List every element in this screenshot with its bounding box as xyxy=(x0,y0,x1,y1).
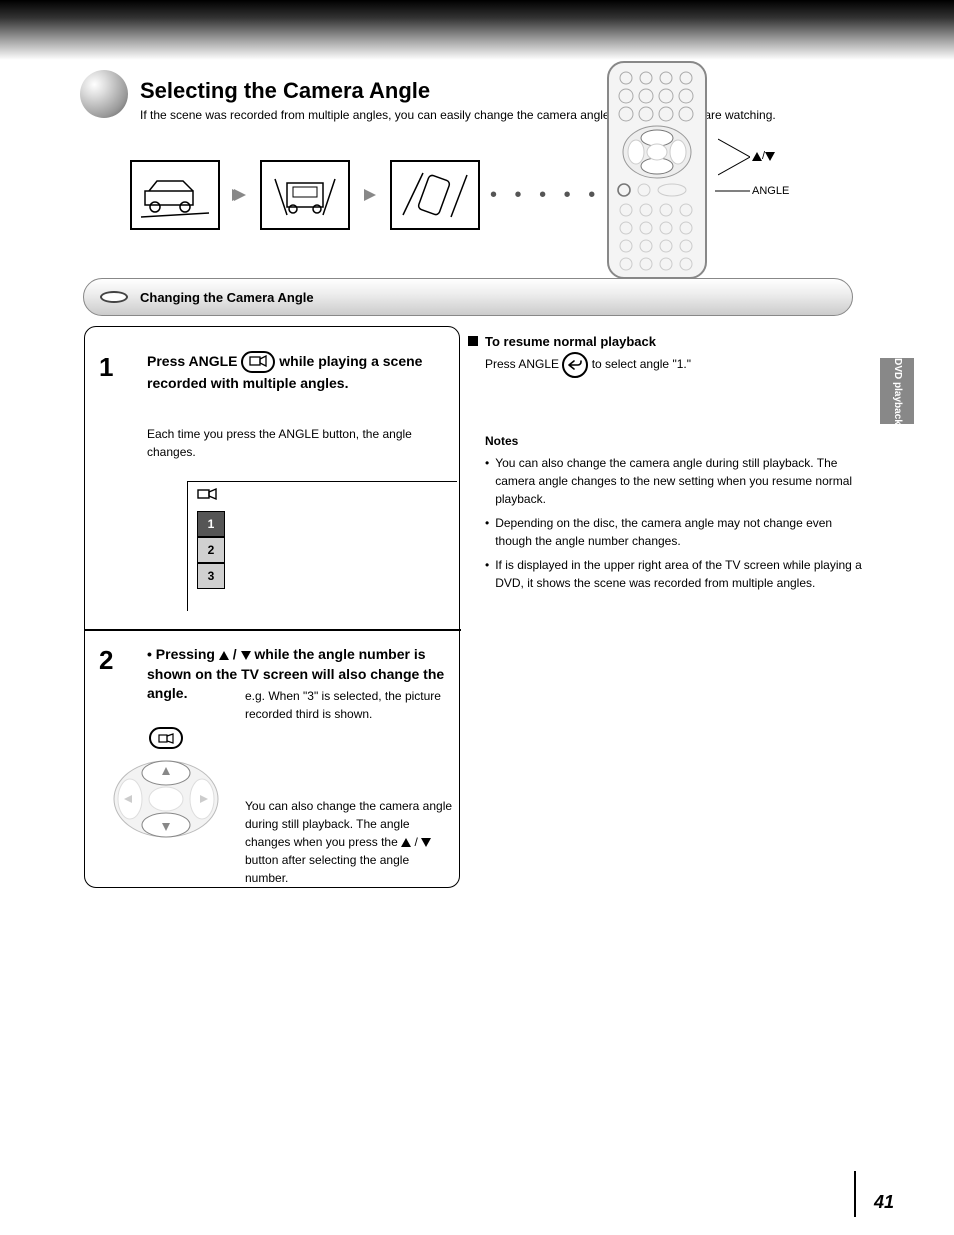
dvd-oval-icon xyxy=(100,291,128,303)
note-bullet-2: Depending on the disc, the camera angle … xyxy=(495,514,865,550)
leader-line-dpad xyxy=(718,137,750,177)
return-button-icon xyxy=(562,352,588,378)
scene-thumb-2 xyxy=(260,160,350,230)
step-1-body: Each time you press the ANGLE button, th… xyxy=(147,425,447,461)
arrow-right-icon xyxy=(230,185,250,205)
osd-angle-1: 1 xyxy=(197,511,225,537)
arrow-right-icon xyxy=(360,185,380,205)
notes-line-1: Press ANGLE to select angle "1." xyxy=(485,352,865,378)
notes-list: Notes •You can also change the camera an… xyxy=(485,432,865,592)
osd-angle-2: 2 xyxy=(197,537,225,563)
dpad-icon xyxy=(106,753,226,843)
triangle-down-icon xyxy=(241,646,251,662)
page-number: 41 xyxy=(874,1192,894,1213)
scene-thumb-1 xyxy=(130,160,220,230)
osd-frame xyxy=(187,481,457,611)
step-2-number: 2 xyxy=(99,645,113,676)
step2-head-sep: / xyxy=(229,646,241,662)
angle-button-icon xyxy=(241,351,275,373)
dpad-illustration xyxy=(101,727,231,843)
note-bullet-1: You can also change the camera angle dur… xyxy=(495,454,865,508)
triangle-up-icon xyxy=(219,646,229,662)
step-1-heading: Press ANGLE while playing a scene record… xyxy=(147,351,447,394)
page-header-gradient xyxy=(0,0,954,60)
step-2-body-1: e.g. When "3" is selected, the picture r… xyxy=(245,687,455,723)
scene-thumb-3 xyxy=(390,160,480,230)
car-side-icon xyxy=(139,169,211,221)
section-bar: Changing the Camera Angle xyxy=(83,278,853,316)
remote-illustration xyxy=(602,60,712,280)
notes-line1-after: to select angle "1." xyxy=(592,357,691,371)
step2-head-before: • Pressing xyxy=(147,646,219,662)
osd-angle-3: 3 xyxy=(197,563,225,589)
step-2-body-2: You can also change the camera angle dur… xyxy=(245,797,455,887)
decorative-sphere xyxy=(80,70,128,118)
angle-scene-row: • • • • • • xyxy=(130,160,626,230)
triangle-up-icon xyxy=(401,835,411,849)
osd-angle-list: 1 2 3 xyxy=(197,511,225,589)
step2-body2-after: button after selecting the angle number. xyxy=(245,853,409,885)
page-number-rule xyxy=(854,1171,856,1217)
note-bullet-3: If is displayed in the upper right area … xyxy=(495,556,865,592)
square-bullet-icon xyxy=(468,336,478,346)
notes-line1-before: Press ANGLE xyxy=(485,357,562,371)
notes-label: Notes xyxy=(485,432,865,450)
car-rear-icon xyxy=(269,169,341,221)
osd-camera-icon xyxy=(197,487,217,504)
triangle-down-icon xyxy=(421,835,431,849)
steps-panel: 1 Press ANGLE while playing a scene reco… xyxy=(84,326,460,888)
remote-label-angle: ANGLE xyxy=(752,185,789,197)
remote-label-updown: / xyxy=(752,149,775,163)
step-divider xyxy=(85,629,461,631)
notes-heading: To resume normal playback xyxy=(485,334,656,349)
side-tab-label: DVD playback xyxy=(892,358,903,425)
step1-head-before: Press ANGLE xyxy=(147,353,238,369)
car-top-icon xyxy=(399,169,471,221)
leader-line-angle xyxy=(715,188,750,194)
angle-button-small-icon xyxy=(149,727,183,749)
side-tab-label-wrap: DVD playback xyxy=(880,358,914,424)
section-bar-label: Changing the Camera Angle xyxy=(140,290,314,305)
step-1-number: 1 xyxy=(99,352,113,383)
